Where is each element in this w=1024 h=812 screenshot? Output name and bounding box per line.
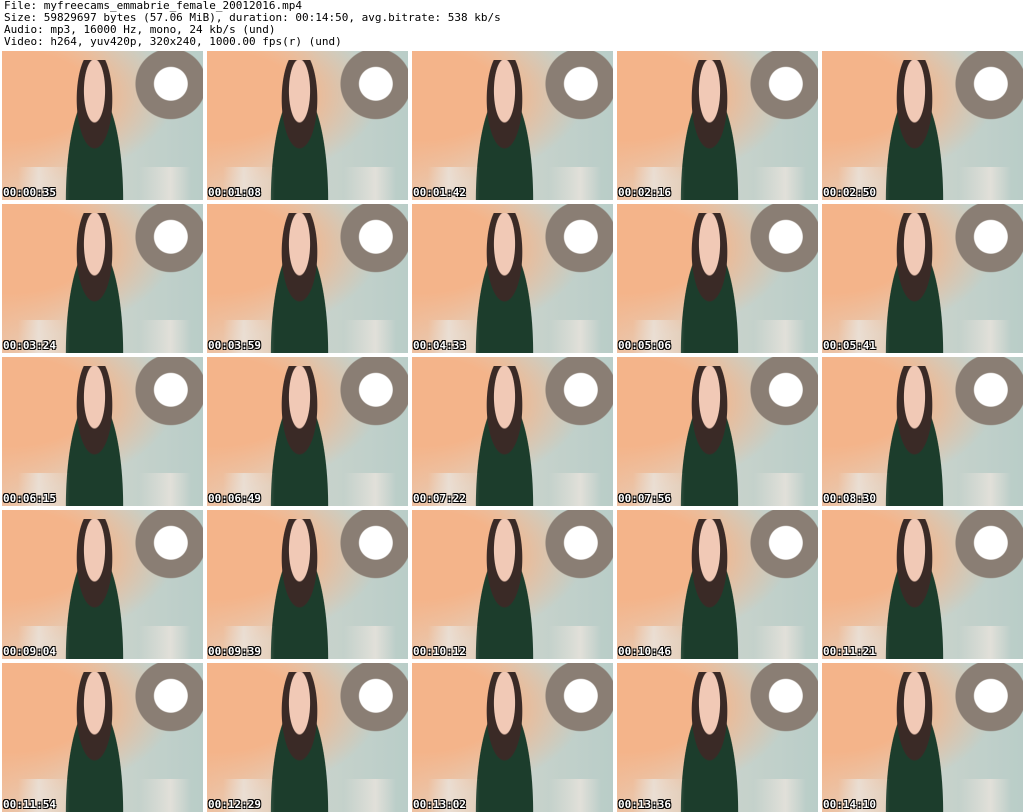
thumbnail-timestamp: 00:01:42 <box>413 186 466 199</box>
video-thumbnail: 00:05:06 <box>617 204 818 353</box>
thumbnail-timestamp: 00:10:12 <box>413 645 466 658</box>
video-thumbnail: 00:06:49 <box>207 357 408 506</box>
file-info-header: File: myfreecams_emmabrie_female_2001201… <box>4 0 1020 48</box>
video-thumbnail: 00:10:46 <box>617 510 818 659</box>
thumbnail-timestamp: 00:12:29 <box>208 798 261 811</box>
video-thumbnail: 00:11:21 <box>822 510 1023 659</box>
video-thumbnail: 00:09:39 <box>207 510 408 659</box>
video-thumbnail: 00:02:16 <box>617 51 818 200</box>
video-thumbnail: 00:01:42 <box>412 51 613 200</box>
thumbnail-timestamp: 00:03:24 <box>3 339 56 352</box>
thumbnail-timestamp: 00:02:50 <box>823 186 876 199</box>
video-info-line: Video: h264, yuv420p, 320x240, 1000.00 f… <box>4 35 342 48</box>
video-thumbnail: 00:08:30 <box>822 357 1023 506</box>
thumbnail-timestamp: 00:14:10 <box>823 798 876 811</box>
thumbnail-timestamp: 00:10:46 <box>618 645 671 658</box>
video-thumbnail: 00:06:15 <box>2 357 203 506</box>
video-thumbnail: 00:07:56 <box>617 357 818 506</box>
video-thumbnail: 00:01:08 <box>207 51 408 200</box>
video-thumbnail: 00:10:12 <box>412 510 613 659</box>
thumbnail-timestamp: 00:13:36 <box>618 798 671 811</box>
thumbnail-timestamp: 00:05:06 <box>618 339 671 352</box>
thumbnail-timestamp: 00:05:41 <box>823 339 876 352</box>
video-thumbnail: 00:00:35 <box>2 51 203 200</box>
thumbnail-timestamp: 00:07:56 <box>618 492 671 505</box>
thumbnail-timestamp: 00:07:22 <box>413 492 466 505</box>
thumbnail-timestamp: 00:08:30 <box>823 492 876 505</box>
thumbnail-timestamp: 00:09:39 <box>208 645 261 658</box>
thumbnail-grid: 00:00:35 00:01:08 00:01:42 00:02:16 00:0… <box>2 51 1023 812</box>
video-thumbnail: 00:02:50 <box>822 51 1023 200</box>
thumbnail-timestamp: 00:06:49 <box>208 492 261 505</box>
video-thumbnail: 00:05:41 <box>822 204 1023 353</box>
video-thumbnail: 00:03:24 <box>2 204 203 353</box>
video-thumbnail: 00:07:22 <box>412 357 613 506</box>
thumbnail-timestamp: 00:11:21 <box>823 645 876 658</box>
video-thumbnail: 00:14:10 <box>822 663 1023 812</box>
thumbnail-timestamp: 00:02:16 <box>618 186 671 199</box>
video-thumbnail: 00:11:54 <box>2 663 203 812</box>
video-thumbnail: 00:09:04 <box>2 510 203 659</box>
thumbnail-timestamp: 00:00:35 <box>3 186 56 199</box>
video-thumbnail: 00:04:33 <box>412 204 613 353</box>
thumbnail-timestamp: 00:06:15 <box>3 492 56 505</box>
thumbnail-timestamp: 00:13:02 <box>413 798 466 811</box>
thumbnail-timestamp: 00:09:04 <box>3 645 56 658</box>
thumbnail-timestamp: 00:11:54 <box>3 798 56 811</box>
video-thumbnail: 00:12:29 <box>207 663 408 812</box>
thumbnail-timestamp: 00:03:59 <box>208 339 261 352</box>
video-thumbnail: 00:13:02 <box>412 663 613 812</box>
thumbnail-timestamp: 00:04:33 <box>413 339 466 352</box>
video-thumbnail: 00:13:36 <box>617 663 818 812</box>
video-thumbnail: 00:03:59 <box>207 204 408 353</box>
thumbnail-timestamp: 00:01:08 <box>208 186 261 199</box>
